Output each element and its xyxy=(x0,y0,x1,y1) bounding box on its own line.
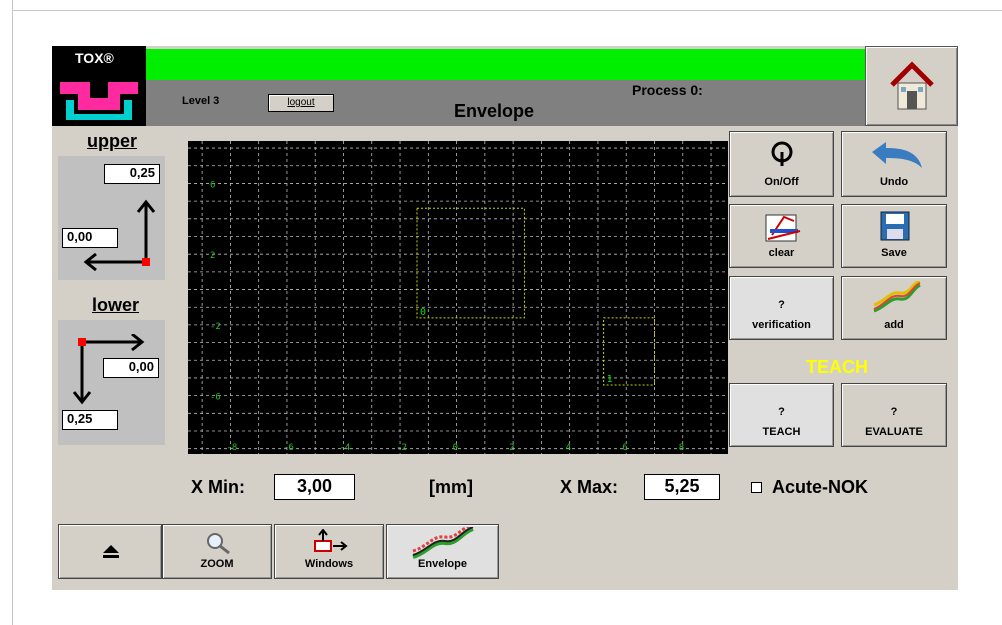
y-tick-label: 2 xyxy=(210,251,215,261)
unit-label: [mm] xyxy=(429,477,473,497)
page-title: Envelope xyxy=(454,101,535,121)
lower-y-value[interactable]: 0,25 xyxy=(62,410,118,430)
home-button[interactable] xyxy=(865,46,958,126)
add-envelope-icon xyxy=(873,281,921,313)
acute-nok-checkbox[interactable] xyxy=(751,482,762,493)
envelope-button[interactable]: Envelope xyxy=(386,524,499,579)
logout-button[interactable]: logout xyxy=(268,94,334,112)
y-tick-label: 6 xyxy=(210,180,215,190)
magnifier-icon xyxy=(207,533,230,555)
status-bar xyxy=(146,49,865,80)
x-tick-label: -6 xyxy=(283,443,294,453)
acute-nok-label: Acute-NOK xyxy=(772,477,869,497)
envelope-icon xyxy=(412,527,474,559)
evaluate-label: EVALUATE xyxy=(865,426,923,438)
x-tick-label: -4 xyxy=(339,443,350,453)
clear-button[interactable]: clear xyxy=(729,204,834,268)
tox-logo-icon xyxy=(60,82,138,120)
lower-x-value[interactable]: 0,00 xyxy=(103,358,159,378)
zoom-button[interactable]: ZOOM xyxy=(162,524,272,579)
x-tick-label: -2 xyxy=(396,443,407,453)
x-max-label: X Max: xyxy=(560,477,619,497)
x-tick-label: 2 xyxy=(509,443,514,453)
x-max-input[interactable]: 5,25 xyxy=(644,474,720,500)
x-tick-label: 4 xyxy=(566,443,571,453)
floppy-disk-icon xyxy=(880,211,910,241)
onoff-label: On/Off xyxy=(764,176,799,188)
envelope-window[interactable] xyxy=(416,207,525,319)
envelope-screen: TOX® Level 3 logout Process 0: Envelope … xyxy=(52,46,958,590)
logo-text: TOX® xyxy=(75,50,114,66)
windows-icon xyxy=(314,529,348,552)
x-min-label: X Min: xyxy=(191,477,245,497)
clear-label: clear xyxy=(768,247,795,259)
x-tick-label: 6 xyxy=(622,443,627,453)
eject-icon xyxy=(103,545,119,558)
upper-title: upper xyxy=(87,131,138,151)
y-tick-label: -2 xyxy=(210,322,221,332)
add-button[interactable]: add xyxy=(841,276,947,340)
tox-logo: TOX® xyxy=(52,46,146,126)
teach-button[interactable]: ? TEACH xyxy=(729,383,834,447)
upper-arrows-icon xyxy=(83,199,155,271)
onoff-button[interactable]: On/Off xyxy=(729,131,834,197)
add-label: add xyxy=(884,319,904,331)
undo-label: Undo xyxy=(879,176,909,188)
windows-button[interactable]: Windows xyxy=(274,524,384,579)
teach-label: TEACH xyxy=(762,426,801,438)
window-label: 0 xyxy=(420,307,426,318)
evaluate-button[interactable]: ? EVALUATE xyxy=(841,383,947,447)
process-label: Process 0: xyxy=(632,82,703,98)
y-tick-label: -6 xyxy=(210,393,221,403)
teach-mark: ? xyxy=(778,406,785,418)
verification-label: verification xyxy=(752,319,811,331)
clear-icon xyxy=(765,214,801,242)
user-level: Level 3 xyxy=(182,95,220,107)
save-button[interactable]: Save xyxy=(841,204,947,268)
verification-mark: ? xyxy=(778,299,785,311)
save-label: Save xyxy=(881,247,907,259)
x-tick-label: -8 xyxy=(226,443,237,453)
evaluate-mark: ? xyxy=(890,406,898,418)
undo-button[interactable]: Undo xyxy=(841,131,947,197)
teach-title: TEACH xyxy=(806,357,868,377)
window-label: 1 xyxy=(607,374,613,385)
zoom-label: ZOOM xyxy=(200,558,234,570)
home-icon xyxy=(890,61,934,110)
envelope-plot[interactable]: -8 -6 -4 -2 0 2 4 6 8 6 2 -2 -6 0 1 xyxy=(188,141,728,454)
eject-button[interactable] xyxy=(58,524,162,579)
x-tick-label: 0 xyxy=(453,443,458,453)
power-icon xyxy=(771,141,793,166)
windows-label: Windows xyxy=(304,558,354,570)
x-tick-label: 8 xyxy=(679,443,684,453)
upper-y-value[interactable]: 0,25 xyxy=(104,164,160,184)
undo-icon xyxy=(872,142,922,168)
envelope-label: Envelope xyxy=(418,558,467,570)
lower-title: lower xyxy=(92,295,140,315)
x-min-input[interactable]: 3,00 xyxy=(274,474,355,500)
verification-button[interactable]: ? verification xyxy=(729,276,834,340)
